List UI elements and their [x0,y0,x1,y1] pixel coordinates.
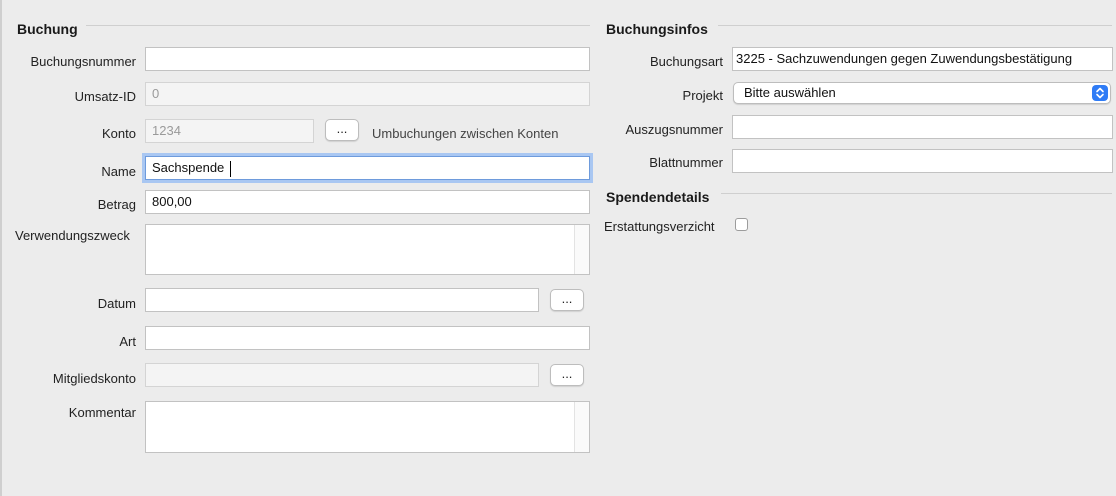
kommentar-scrollbar[interactable] [574,402,589,452]
datum-picker-button[interactable]: ... [550,289,584,311]
mitgliedskonto-field[interactable] [145,363,539,387]
name-label: Name [101,164,136,179]
datum-field[interactable] [145,288,539,312]
konto-label: Konto [102,126,136,141]
projekt-label: Projekt [682,88,723,103]
kommentar-textarea[interactable] [145,401,590,453]
verwendungszweck-scrollbar[interactable] [574,225,589,274]
umsatz-id-field: 0 [145,82,590,106]
buchungsart-field[interactable]: 3225 - Sachzuwendungen gegen Zuwendungsb… [732,47,1113,71]
section-divider-buchungsinfos [718,25,1112,26]
buchungsnummer-label: Buchungsnummer [30,54,137,69]
art-label: Art [119,334,136,349]
mitgliedskonto-label: Mitgliedskonto [52,371,136,386]
verwendungszweck-textarea[interactable] [145,224,590,275]
section-divider-buchung [86,25,590,26]
datum-label: Datum [97,296,136,311]
art-field[interactable] [145,326,590,350]
name-field-value: Sachspende [152,160,225,175]
kommentar-label: Kommentar [68,405,136,420]
auszugsnummer-field[interactable] [732,115,1113,139]
window-left-border [0,0,2,496]
chevron-up-down-icon [1092,85,1108,101]
konto-select-button[interactable]: ... [325,119,359,141]
mitgliedskonto-select-button[interactable]: ... [550,364,584,386]
buchungsart-label: Buchungsart [650,54,723,69]
name-field[interactable]: Sachspende [145,156,590,180]
betrag-field[interactable]: 800,00 [145,190,590,214]
konto-field[interactable]: 1234 [145,119,314,143]
projekt-select-value: Bitte auswählen [744,85,836,100]
erstattungsverzicht-checkbox[interactable] [735,218,748,231]
erstattungsverzicht-label: Erstattungsverzicht [604,219,715,234]
betrag-label: Betrag [97,197,136,212]
blattnummer-label: Blattnummer [649,155,723,170]
verwendungszweck-label: Verwendungszweck [15,228,130,243]
buchungsnummer-field[interactable] [145,47,590,71]
auszugsnummer-label: Auszugsnummer [625,122,723,137]
umsatz-id-label: Umsatz-ID [74,89,136,104]
section-title-buchung: Buchung [17,21,78,37]
projekt-select[interactable]: Bitte auswählen [733,82,1111,104]
section-title-spendendetails: Spendendetails [606,189,710,205]
section-divider-spendendetails [721,193,1112,194]
blattnummer-field[interactable] [732,149,1113,173]
umbuchungen-note: Umbuchungen zwischen Konten [372,126,559,141]
text-caret [230,160,232,177]
section-title-buchungsinfos: Buchungsinfos [606,21,708,37]
